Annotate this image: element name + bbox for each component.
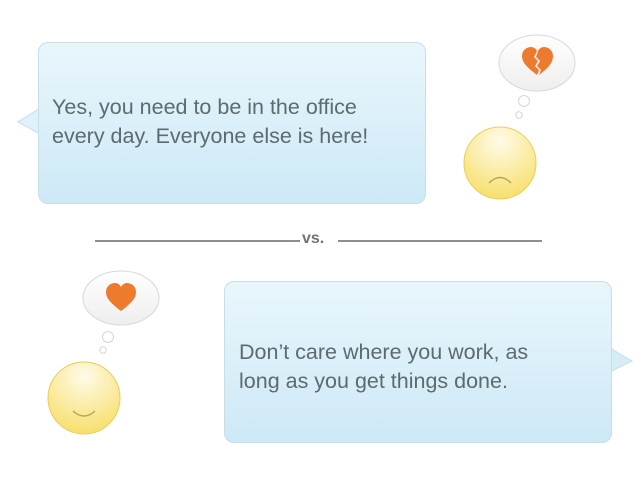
happy-face <box>47 361 121 435</box>
bottom-thought-bubble <box>47 270 160 435</box>
